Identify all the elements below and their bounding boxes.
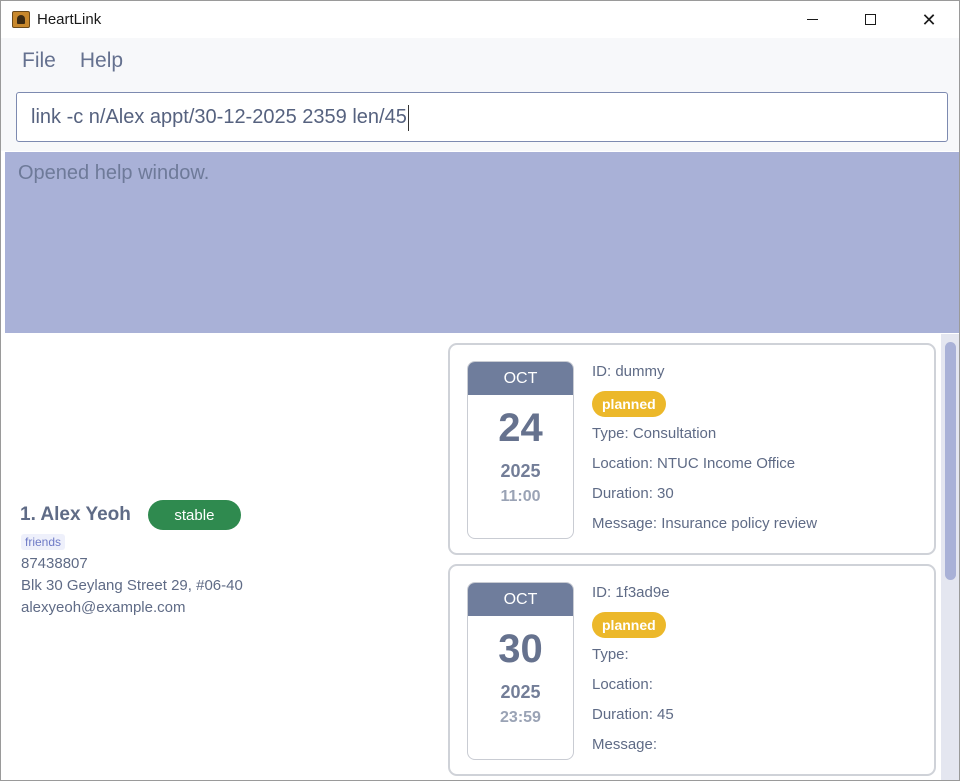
window-title: HeartLink bbox=[37, 11, 102, 28]
calendar-year: 2025 bbox=[500, 682, 541, 702]
person-tag: friends bbox=[21, 534, 66, 550]
maximize-button[interactable] bbox=[847, 1, 893, 38]
app-logo-icon bbox=[12, 11, 30, 28]
maximize-icon bbox=[864, 14, 876, 25]
close-icon: ✕ bbox=[921, 9, 937, 30]
appointment-details: ID: 1f3ad9e planned Type: Location: Dura… bbox=[592, 582, 674, 764]
appointment-scrollbar[interactable] bbox=[941, 334, 959, 780]
person-phone: 87438807 bbox=[21, 555, 88, 572]
person-address: Blk 30 Geylang Street 29, #06-40 bbox=[21, 577, 243, 594]
person-header: 1. Alex Yeoh stable bbox=[20, 500, 241, 530]
person-name: 1. Alex Yeoh bbox=[20, 504, 131, 525]
calendar-month: OCT bbox=[468, 362, 573, 395]
scrollbar-thumb[interactable] bbox=[945, 342, 956, 580]
appointment-type: Type: bbox=[592, 646, 629, 663]
person-list[interactable]: 1. Alex Yeoh stable friends 87438807 Blk… bbox=[1, 334, 446, 780]
text-caret bbox=[407, 104, 409, 131]
calendar-time: 23:59 bbox=[500, 709, 541, 726]
appointment-id: ID: 1f3ad9e bbox=[592, 584, 670, 601]
appointment-calendar: OCT 24 2025 11:00 bbox=[467, 361, 574, 539]
appointment-location: Location: NTUC Income Office bbox=[592, 455, 796, 472]
minimize-button[interactable] bbox=[789, 1, 835, 38]
app-window: HeartLink ✕ File Help link -c n/Alex app… bbox=[0, 0, 960, 781]
appointment-duration: Duration: 45 bbox=[592, 706, 674, 723]
close-button[interactable]: ✕ bbox=[906, 1, 952, 38]
calendar-month: OCT bbox=[468, 583, 573, 616]
appointment-status-badge: planned bbox=[592, 612, 666, 638]
title-bar: HeartLink ✕ bbox=[1, 1, 959, 38]
result-display: Opened help window. bbox=[5, 152, 959, 333]
calendar-time: 11:00 bbox=[500, 488, 541, 505]
command-box: link -c n/Alex appt/30-12-2025 2359 len/… bbox=[1, 83, 959, 151]
calendar-year: 2025 bbox=[500, 461, 541, 481]
appointment-status-badge: planned bbox=[592, 391, 666, 417]
appointment-duration: Duration: 30 bbox=[592, 485, 674, 502]
person-email: alexyeoh@example.com bbox=[21, 599, 186, 616]
command-text: link -c n/Alex appt/30-12-2025 2359 len/… bbox=[31, 106, 407, 128]
menu-file[interactable]: File bbox=[21, 47, 57, 75]
menu-help[interactable]: Help bbox=[79, 47, 124, 75]
appointment-message: Message: Insurance policy review bbox=[592, 515, 818, 532]
appointment-location: Location: bbox=[592, 676, 653, 693]
minimize-icon bbox=[806, 19, 818, 20]
person-status-badge: stable bbox=[147, 500, 241, 530]
menu-bar: File Help bbox=[1, 38, 959, 83]
appointment-type: Type: Consultation bbox=[592, 425, 717, 442]
appointment-card[interactable]: OCT 30 2025 23:59 ID: 1f3ad9e planned Ty… bbox=[448, 564, 936, 776]
calendar-day: 24 bbox=[498, 406, 543, 450]
command-input[interactable]: link -c n/Alex appt/30-12-2025 2359 len/… bbox=[16, 92, 948, 142]
appointment-card[interactable]: OCT 24 2025 11:00 ID: dummy planned Type… bbox=[448, 343, 936, 555]
appointment-message: Message: bbox=[592, 736, 658, 753]
appointment-id: ID: dummy bbox=[592, 363, 665, 380]
calendar-day: 30 bbox=[498, 627, 543, 671]
appointment-calendar: OCT 30 2025 23:59 bbox=[467, 582, 574, 760]
appointment-details: ID: dummy planned Type: Consultation Loc… bbox=[592, 361, 817, 543]
